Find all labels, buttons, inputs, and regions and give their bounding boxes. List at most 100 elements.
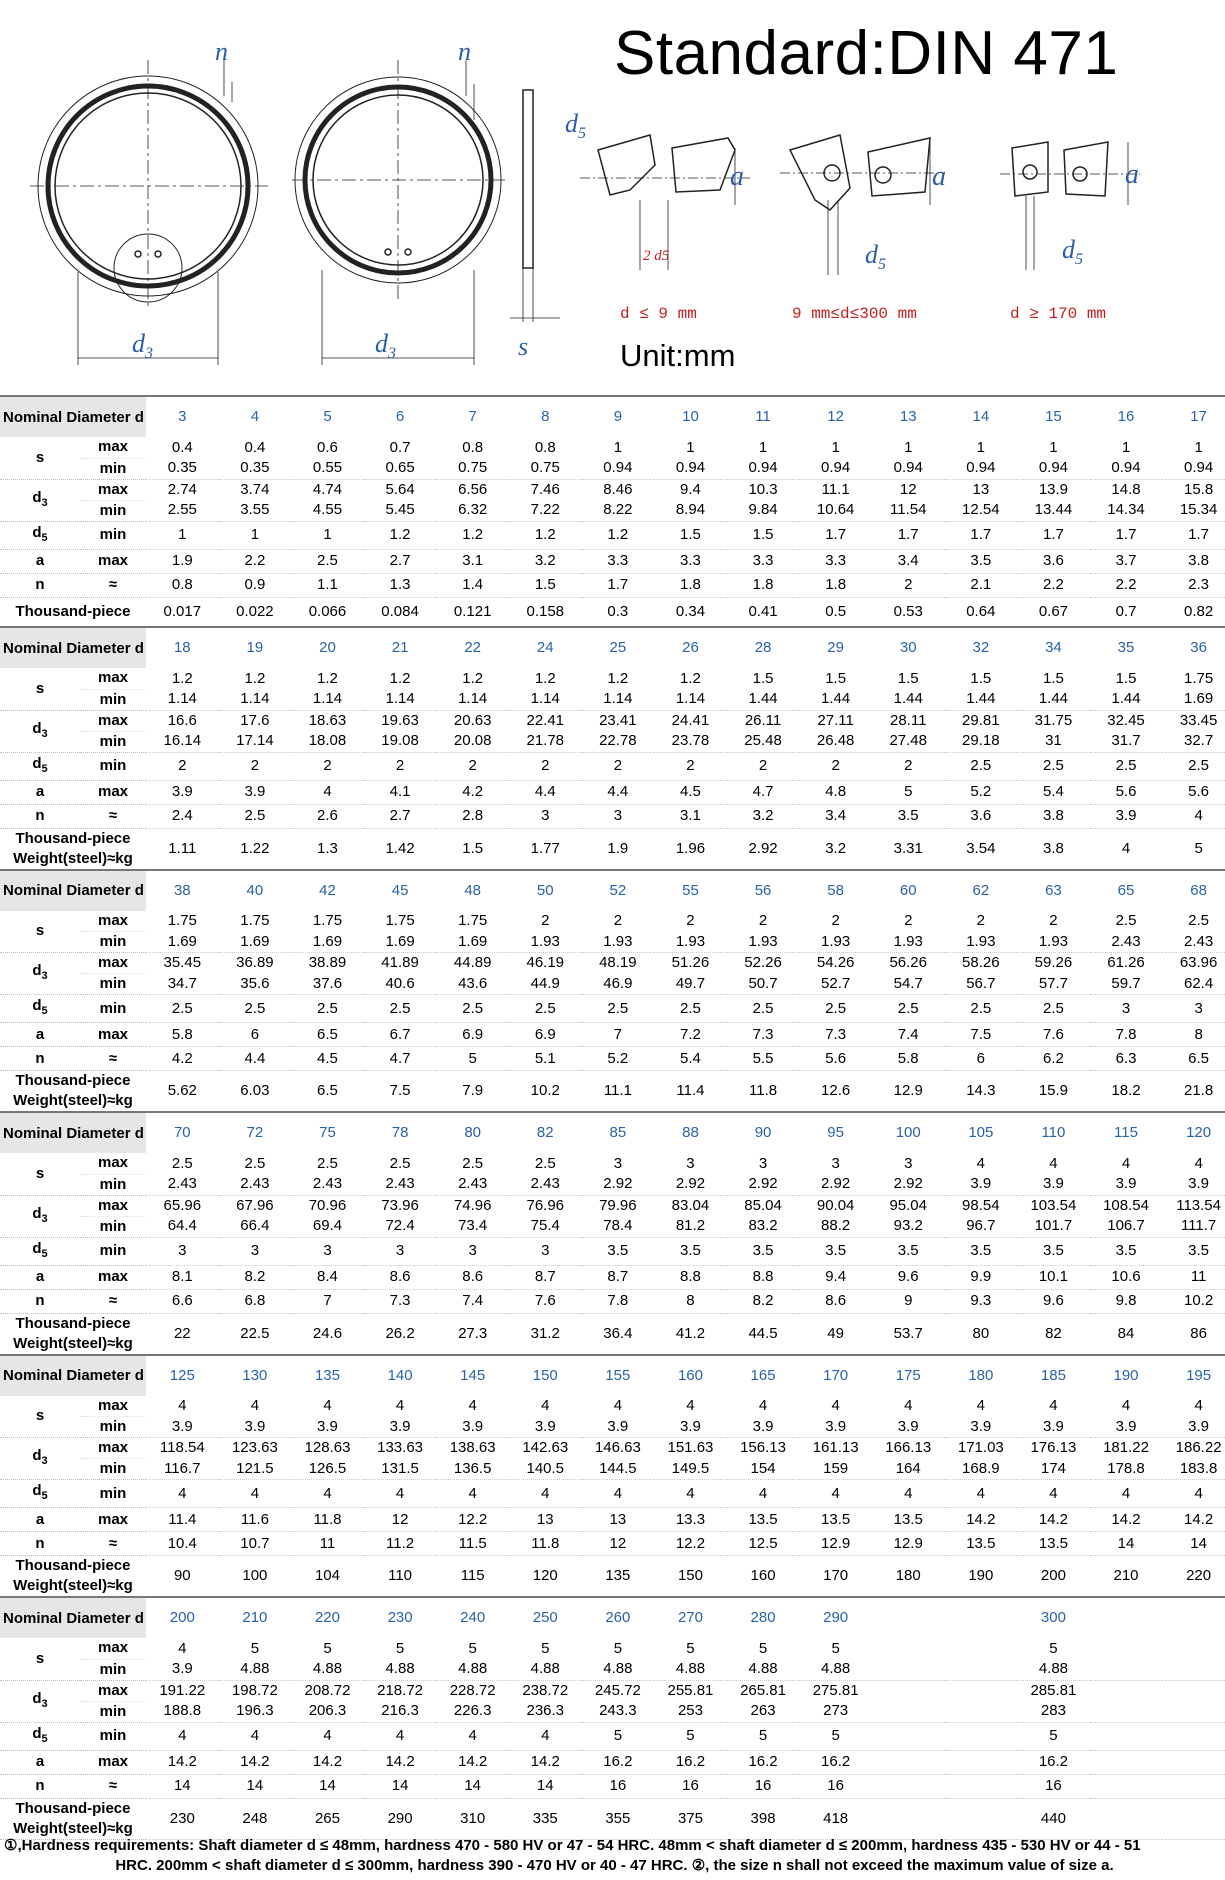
tolerance-label: min [80, 521, 146, 550]
n-value: 3.2 [726, 804, 800, 829]
d3-min-value: 4.55 [291, 500, 364, 522]
footnote-line-1: ①,Hardness requirements: Shaft diameter … [4, 1837, 1141, 1854]
d3-max-value: 44.89 [453, 954, 492, 972]
s-max-value: 1.2 [462, 669, 484, 687]
nominal-diameter-row: Nominal Diameter d 200 210 220 230 240 250 260 2… [0, 1596, 1225, 1638]
n-symbol-text: n [35, 576, 45, 593]
nominal-diameter-value: 290 [799, 1596, 872, 1638]
d3-max-value: 18.63 [308, 711, 347, 729]
n-row: n ≈6.6 6.8 7 7.3 7.4 7.6 7.8 8 8.2 8.6 9 9.3 9.6 9.8 10… [0, 1289, 1225, 1314]
d3-min-value: 16.14 [146, 731, 219, 753]
s-min-value: 1.14 [581, 689, 655, 711]
d3-max-value: 74.96 [453, 1196, 492, 1214]
s-min-value: 0.75 [436, 458, 509, 480]
nominal-diameter-value: 260 [581, 1596, 655, 1638]
d3-max-value: 2.74 [167, 480, 197, 498]
s-min-value: 0.94 [799, 458, 872, 480]
n-value: 9.8 [1089, 1289, 1163, 1314]
d3-max-value: 19.63 [381, 711, 419, 729]
n-value: 16 [581, 1774, 655, 1799]
s-max-value: 1.2 [317, 669, 338, 687]
d5-value: 5 [726, 1722, 800, 1751]
a-value: 5.4 [1017, 780, 1090, 805]
d3-max-value: 181.22 [1103, 1439, 1149, 1457]
tolerance-label: max [80, 549, 146, 574]
d3-max-value: 285.81 [1030, 1681, 1077, 1699]
d3-max-value: 90.04 [816, 1196, 855, 1214]
d5-value: 1.5 [726, 521, 800, 550]
d3-symbol-text: d [32, 962, 42, 979]
s-max-value: 1.2 [534, 669, 556, 687]
a-value: 9.4 [799, 1265, 872, 1290]
s-symbol: s [0, 437, 80, 480]
n-value: 1.8 [654, 573, 727, 598]
s-max-value: 1 [831, 438, 840, 456]
a-value: 14.2 [218, 1750, 292, 1775]
s-max-value: 4 [904, 1397, 913, 1414]
a-symbol-text: a [35, 552, 45, 569]
s-max-value: 1 [1194, 438, 1203, 456]
nominal-diameter-value: 82 [508, 1111, 582, 1153]
s-min-value: 3.9 [871, 1416, 945, 1438]
nominal-diameter-value: 125 [146, 1353, 219, 1396]
d3-max-value: 58.26 [962, 954, 1000, 972]
d3-min-value: 69.4 [291, 1216, 364, 1238]
s-min-value: 3.9 [726, 1416, 800, 1438]
nominal-diameter-label: Nominal Diameter d [0, 868, 146, 911]
nominal-diameter-value: 24 [508, 626, 582, 668]
s-max-value: 2 [541, 912, 550, 929]
d3-max-value: 176.13 [1030, 1439, 1077, 1457]
nominal-diameter-value: 13 [871, 395, 945, 437]
d5-value: 1.7 [944, 521, 1018, 550]
d5-row: d5 min 2.5 2.5 2.5 2.5 2.5 2.5 2.5 2.5 2.5 2.5 2.5 2.… [0, 994, 1225, 1023]
d5-value: 3 [291, 1237, 364, 1266]
case-label-3: d ≥ 170 mm [1010, 305, 1106, 323]
d5-value: 4 [363, 1722, 437, 1751]
d5-symbol-subscript: 5 [41, 1490, 48, 1502]
d3-min-value: 49.7 [654, 973, 727, 995]
n-symbol-text: n [35, 807, 45, 824]
n-value: 1.7 [581, 573, 655, 598]
a-value: 7.3 [799, 1022, 872, 1047]
d3-min-value: 72.4 [363, 1216, 437, 1238]
s-min-value: 4.88 [871, 1659, 1225, 1681]
s-min-value: 0.35 [146, 458, 219, 480]
d5-value: 5 [871, 1722, 1225, 1751]
s-max-value: 4 [976, 1154, 985, 1172]
w-value: 6.5 [291, 1070, 364, 1113]
d3-max-value: 51.26 [671, 954, 710, 972]
s-min-value: 1.93 [799, 931, 872, 953]
n-value: 2 [871, 573, 945, 598]
d5-value: 4 [146, 1722, 219, 1751]
nominal-diameter-label: Nominal Diameter d [0, 1596, 146, 1638]
nominal-diameter-value: 40 [218, 868, 292, 911]
tolerance-label: max [80, 1750, 146, 1775]
n-row: n ≈10.4 10.7 11 11.2 11.5 11.8 12 12.2 12.5 12.9 12… [0, 1531, 1225, 1556]
tolerance-label: min [80, 1722, 146, 1751]
d5-value: 2 [726, 752, 800, 781]
a-value: 11.4 [146, 1507, 219, 1532]
nominal-diameter-value: 38 [146, 868, 219, 911]
s-min-value: 2.43 [218, 1174, 292, 1196]
n-row: n ≈2.4 2.5 2.6 2.7 2.8 3 3 3.1 3.2 3.4 3.5 3.6 3.8 3.9… [0, 804, 1225, 829]
n-value: 7.3 [363, 1289, 437, 1314]
s-max-value: 1 [1121, 438, 1131, 456]
tolerance-label: min [80, 689, 146, 711]
tolerance-label: max [80, 710, 146, 732]
s-max-value: 1.2 [171, 669, 193, 687]
nominal-diameter-value: 105 [944, 1111, 1018, 1153]
s-max-value: 1.2 [607, 669, 629, 687]
w-value: 120 [508, 1555, 582, 1598]
d3-max-value: 70.96 [308, 1196, 347, 1214]
nominal-diameter-label: Nominal Diameter d [0, 626, 146, 668]
s-max-value: 4 [1121, 1154, 1131, 1172]
d5-value: 3.5 [1089, 1237, 1163, 1266]
nominal-diameter-value: 270 [654, 1596, 727, 1638]
s-max-value: 5 [831, 1639, 840, 1657]
d5-symbol-text: d [32, 1724, 42, 1742]
d3-max-value: 67.96 [236, 1196, 274, 1214]
n-row: n ≈14 14 14 14 14 14 16 16 16 16 16 [0, 1774, 1225, 1799]
d3-min-value: 121.5 [218, 1458, 292, 1480]
d3-max-value: 208.72 [304, 1681, 351, 1699]
d5-value: 1.7 [1017, 521, 1090, 550]
